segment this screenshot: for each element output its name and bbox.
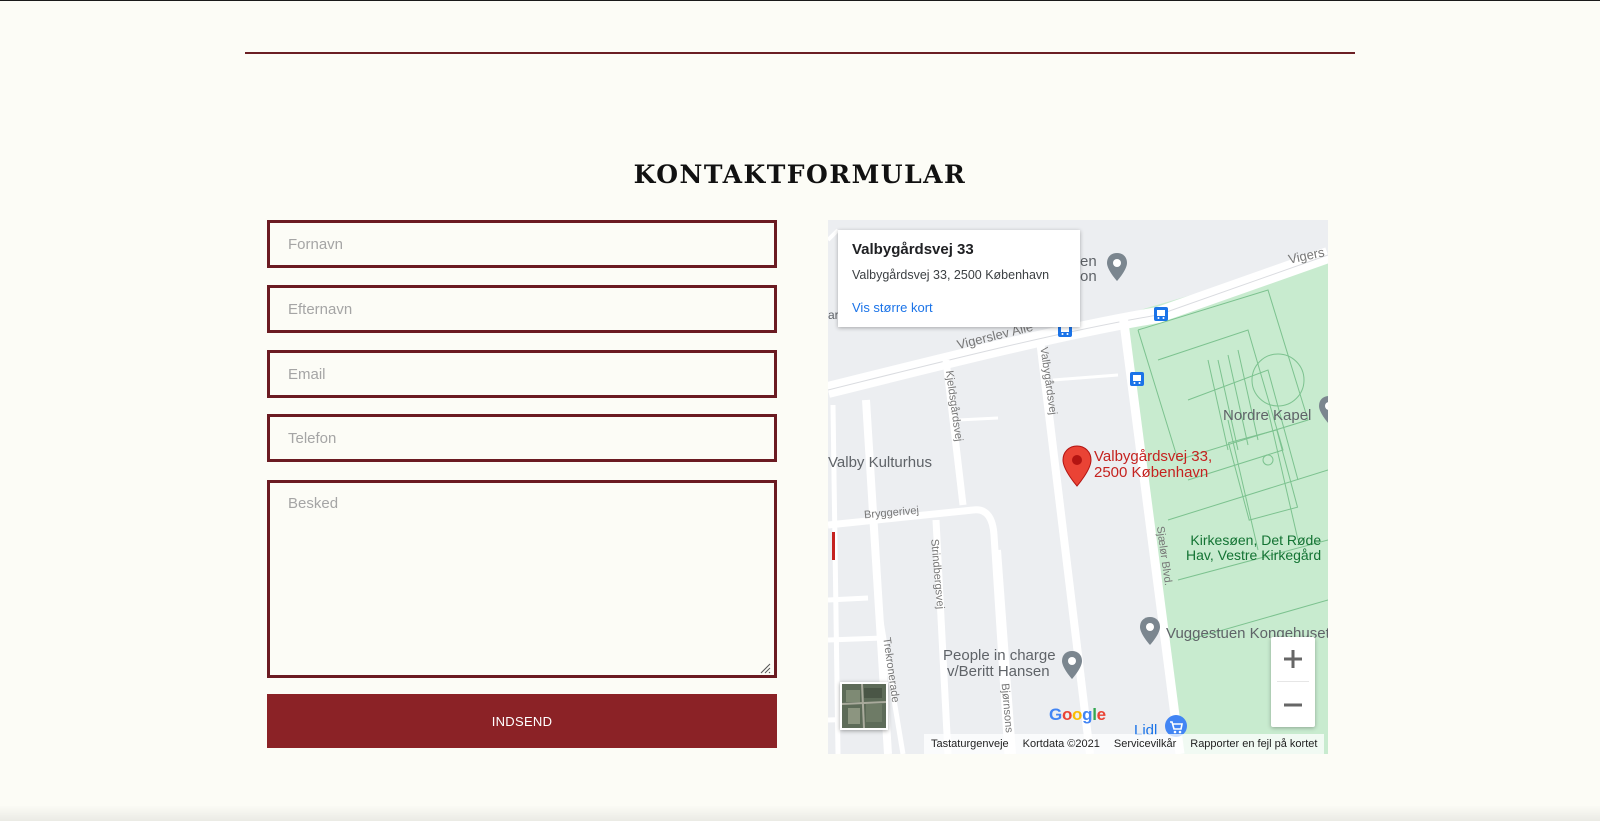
bus-stop-icon[interactable] <box>1154 307 1168 321</box>
bus-stop-icon[interactable] <box>1130 372 1144 386</box>
email-field[interactable] <box>267 350 777 398</box>
message-field[interactable] <box>267 480 777 678</box>
info-window-title: Valbygårdsvej 33 <box>852 241 974 258</box>
place-label-people-line2: v/Beritt Hansen <box>947 663 1050 680</box>
poi-pin-icon[interactable] <box>1061 650 1083 680</box>
resize-grip-icon[interactable] <box>759 662 771 674</box>
info-window-address: Valbygårdsvej 33, 2500 København <box>852 268 1050 282</box>
place-label-valby-kulturhus: Valby Kulturhus <box>828 454 932 471</box>
bottom-shadow <box>0 805 1600 821</box>
keyboard-shortcuts-link[interactable]: Tastaturgenveje <box>924 734 1016 754</box>
poi-pin-icon[interactable] <box>1106 252 1128 282</box>
section-divider <box>245 52 1355 54</box>
last-name-field[interactable] <box>267 285 777 333</box>
submit-button[interactable]: INDSEND <box>267 694 777 748</box>
place-label-people-in-charge: People in charge v/Beritt Hansen <box>943 648 1056 680</box>
partial-red-marker-edge <box>828 532 835 560</box>
terms-link[interactable]: Servicevilkår <box>1106 734 1184 754</box>
report-error-link[interactable]: Rapporter en fejl på kortet <box>1183 734 1325 754</box>
marker-label-line2: 2500 København <box>1094 464 1209 481</box>
satellite-thumbnail-icon <box>842 684 886 728</box>
first-name-field[interactable] <box>267 220 777 268</box>
place-label-people-line1: People in charge <box>943 647 1056 664</box>
poi-pin-icon[interactable] <box>1318 395 1328 425</box>
page-title: KONTAKTFORMULAR <box>633 160 967 189</box>
place-label-kirkesoen: Kirkesøen, Det Røde Hav, Vestre Kirkegår… <box>1186 533 1321 563</box>
marker-label-line1: Valbygårdsvej 33, <box>1094 448 1213 465</box>
phone-field[interactable] <box>267 414 777 462</box>
marker-label: Valbygårdsvej 33, 2500 København <box>1094 449 1212 481</box>
poi-pin-icon[interactable] <box>1139 616 1161 646</box>
place-label-partial-top2: on <box>1080 268 1097 285</box>
map-info-window: Valbygårdsvej 33 Valbygårdsvej 33, 2500 … <box>838 230 1080 327</box>
location-marker-icon[interactable] <box>1062 445 1092 487</box>
zoom-controls <box>1271 637 1315 727</box>
zoom-out-icon[interactable] <box>1271 683 1315 727</box>
satellite-toggle-button[interactable] <box>840 682 888 730</box>
view-larger-map-link[interactable]: Vis større kort <box>852 300 933 315</box>
place-label-kirkesoen-line2: Hav, Vestre Kirkegård <box>1186 547 1322 563</box>
google-logo: Google <box>1049 705 1106 725</box>
top-border <box>0 0 1600 1</box>
google-logo-text: Google <box>1049 705 1106 724</box>
zoom-in-icon[interactable] <box>1271 637 1315 681</box>
place-label-nordre-kapel: Nordre Kapel <box>1223 407 1312 424</box>
map-attribution: Tastaturgenveje Kortdata ©2021 Servicevi… <box>924 734 1325 754</box>
map-data-text: Kortdata ©2021 <box>1015 734 1107 754</box>
map-embed[interactable]: Vigerslev Alle Vigers Kjeldsgårdsvej Val… <box>828 220 1328 754</box>
place-label-kirkesoen-line1: Kirkesøen, Det Røde <box>1190 532 1322 548</box>
zoom-separator <box>1277 681 1309 682</box>
